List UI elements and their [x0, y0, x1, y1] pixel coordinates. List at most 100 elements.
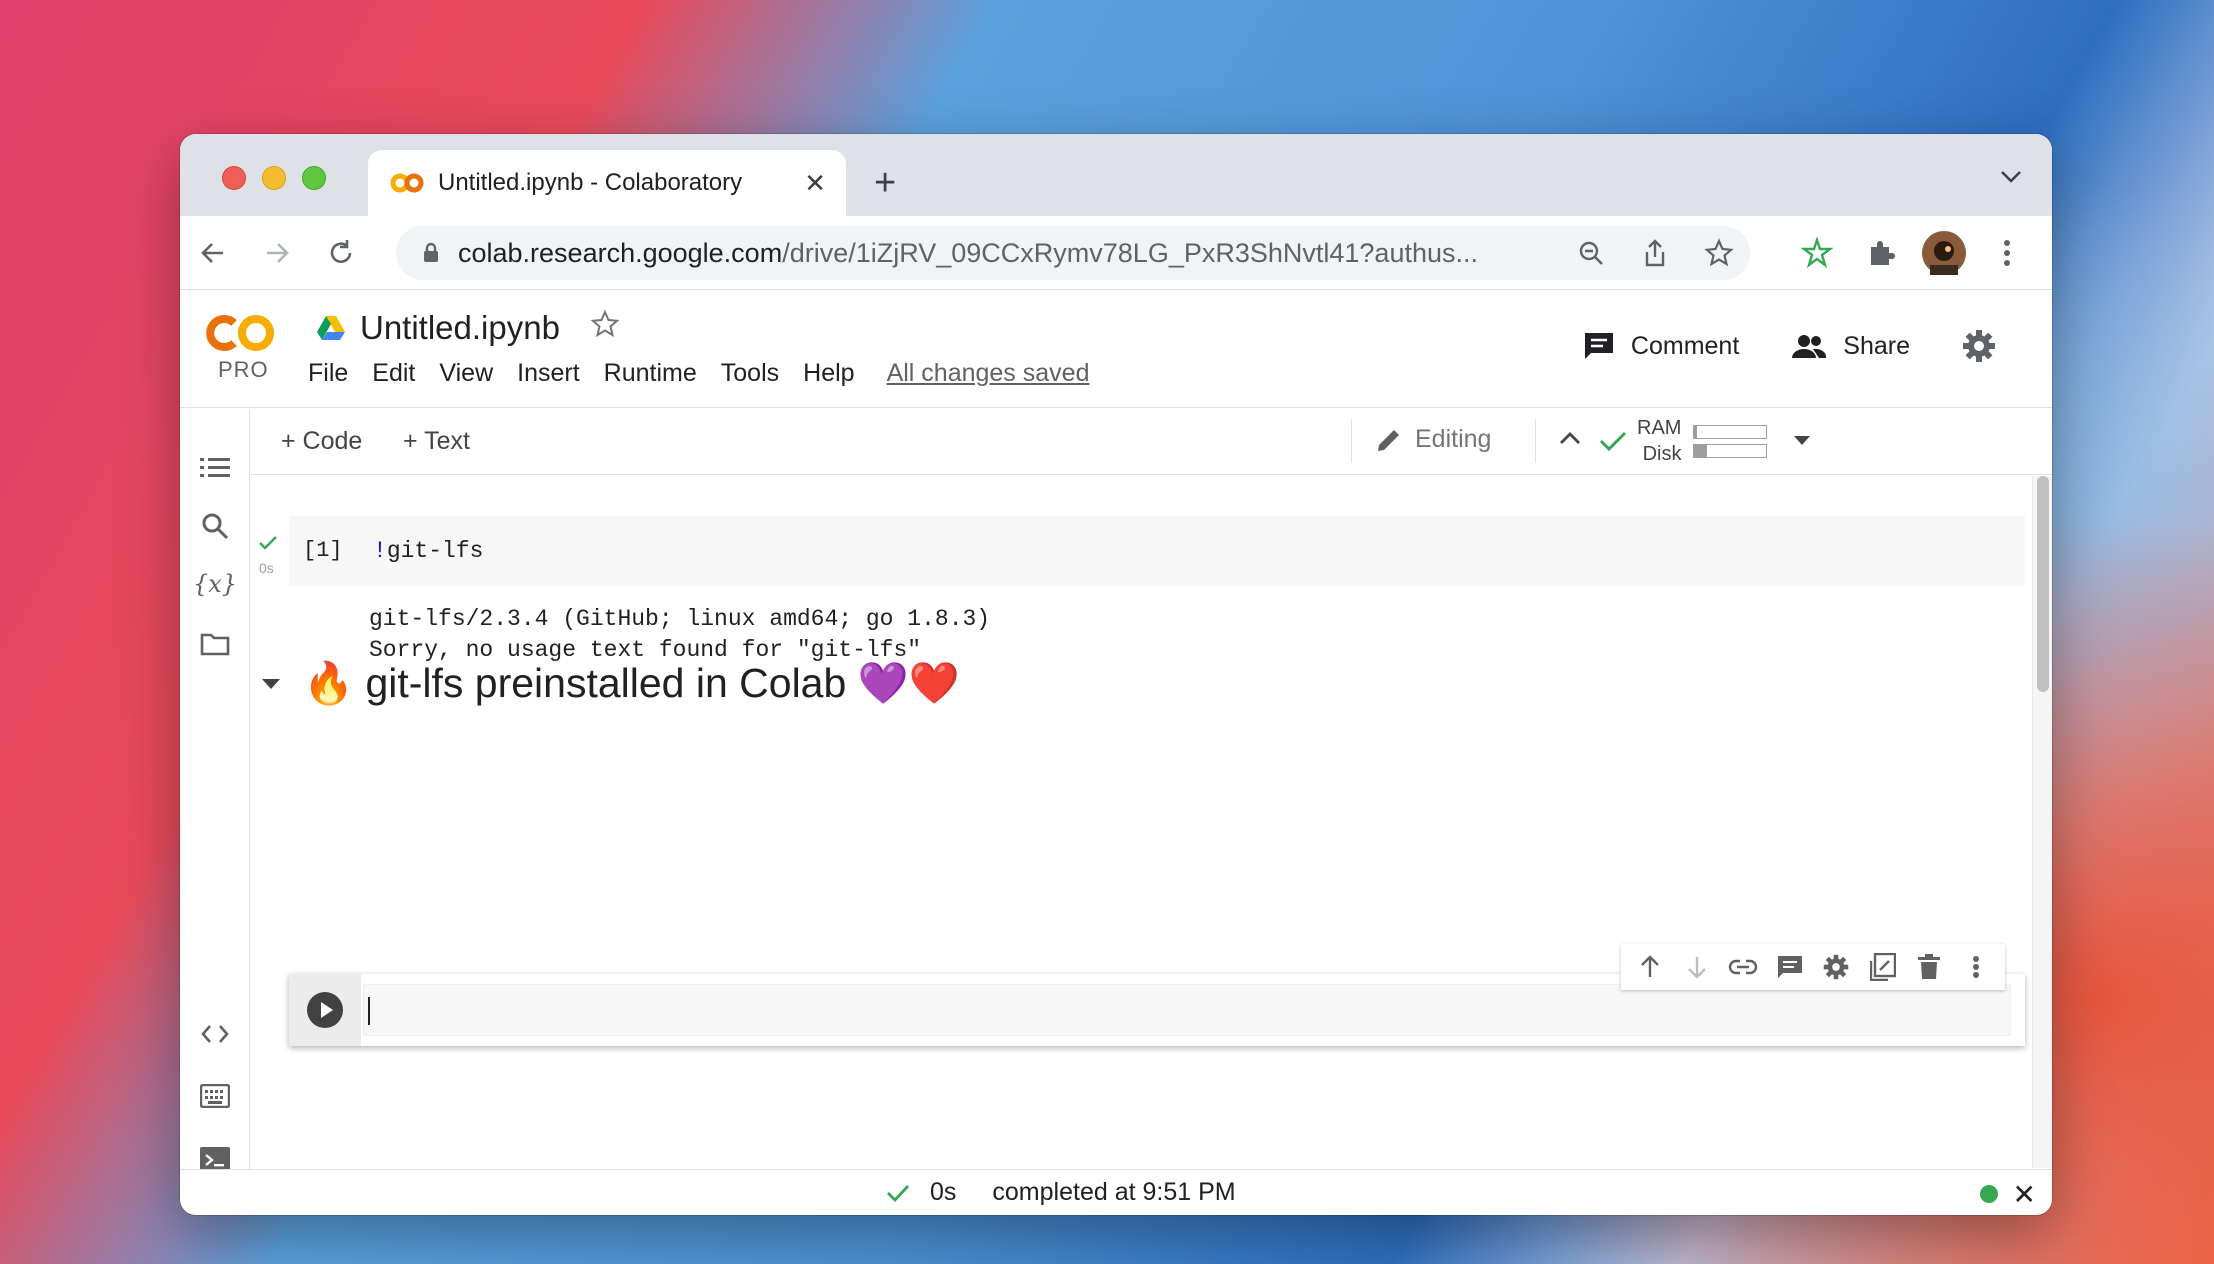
notebook-content: 0s [1] !git-lfs git-lfs/2.3.4 (GitHub; l… — [251, 476, 2052, 1168]
scrollbar-thumb[interactable] — [2037, 476, 2049, 692]
cell-settings-gear-icon[interactable] — [1819, 950, 1853, 984]
browser-menu-icon[interactable] — [1988, 234, 2026, 272]
save-status-link[interactable]: All changes saved — [887, 359, 1090, 388]
code-input[interactable] — [363, 984, 2011, 1036]
browser-window: Untitled.ipynb - Colaboratory ✕ + colab.… — [180, 134, 2052, 1215]
move-cell-down-icon[interactable] — [1680, 950, 1714, 984]
cell-toolbar — [1621, 944, 2005, 990]
add-comment-icon[interactable] — [1773, 950, 1807, 984]
menu-insert[interactable]: Insert — [517, 359, 580, 388]
browser-toolbar: colab.research.google.com/drive/1iZjRV_0… — [180, 216, 2052, 290]
tab-strip: Untitled.ipynb - Colaboratory ✕ + — [180, 134, 2052, 216]
link-icon[interactable] — [1726, 950, 1760, 984]
search-icon[interactable] — [196, 507, 234, 545]
collapse-section-caret-icon[interactable] — [261, 677, 281, 691]
more-options-icon[interactable] — [1959, 950, 1993, 984]
menu-help[interactable]: Help — [803, 359, 854, 388]
browser-tab[interactable]: Untitled.ipynb - Colaboratory ✕ — [368, 150, 846, 216]
notebook-title[interactable]: Untitled.ipynb — [316, 309, 620, 347]
forward-arrow-icon[interactable] — [258, 234, 296, 272]
status-check-icon — [887, 1184, 910, 1202]
share-button[interactable]: Share — [1791, 332, 1910, 361]
tab-title: Untitled.ipynb - Colaboratory — [438, 169, 743, 196]
settings-button[interactable] — [1962, 329, 2012, 363]
cell-exec-time: 0s — [259, 560, 274, 576]
text-cursor — [368, 997, 370, 1025]
menu-runtime[interactable]: Runtime — [604, 359, 697, 388]
menu-file[interactable]: File — [308, 359, 348, 388]
back-arrow-icon[interactable] — [194, 234, 232, 272]
minimize-window-button[interactable] — [262, 166, 286, 190]
runtime-resources[interactable]: RAM Disk — [1599, 415, 1811, 467]
close-status-icon[interactable]: ✕ — [2013, 1178, 2036, 1211]
vertical-scrollbar[interactable] — [2032, 476, 2052, 1168]
extensions-puzzle-icon[interactable] — [1862, 234, 1900, 272]
play-icon — [307, 992, 343, 1028]
colab-favicon-icon — [390, 173, 424, 193]
comment-button[interactable]: Comment — [1583, 331, 1739, 361]
profile-avatar[interactable] — [1922, 231, 1966, 275]
share-page-icon[interactable] — [1638, 236, 1672, 270]
resource-meters — [1693, 420, 1768, 463]
menu-view[interactable]: View — [439, 359, 493, 388]
resource-labels: RAM Disk — [1637, 417, 1682, 465]
run-cell-button[interactable] — [289, 974, 361, 1046]
ram-usage-bar — [1693, 424, 1768, 439]
connected-check-icon — [1599, 431, 1627, 452]
toolbar-divider — [1535, 419, 1536, 463]
status-duration: 0s — [930, 1178, 957, 1206]
tab-search-chevron-icon[interactable] — [2000, 170, 2022, 189]
address-bar[interactable]: colab.research.google.com/drive/1iZjRV_0… — [396, 226, 1750, 280]
execution-count: [1] — [303, 538, 343, 563]
files-folder-icon[interactable] — [196, 625, 234, 663]
runtime-status-dot — [1980, 1185, 1998, 1203]
disk-usage-bar — [1693, 443, 1768, 458]
notebook-toolbar: + Code + Text RAM Disk Editing — [251, 409, 2052, 475]
toolbar-divider — [1351, 419, 1352, 463]
star-notebook-icon[interactable] — [590, 309, 620, 347]
add-text-button[interactable]: + Text — [403, 427, 470, 456]
gear-icon — [1963, 330, 1995, 362]
close-tab-icon[interactable]: ✕ — [804, 168, 826, 199]
colab-logo-icon[interactable] — [204, 309, 280, 357]
pencil-icon — [1378, 429, 1399, 451]
menu-edit[interactable]: Edit — [372, 359, 415, 388]
status-bar: 0s completed at 9:51 PM ✕ — [180, 1169, 2052, 1215]
reload-icon[interactable] — [322, 234, 360, 272]
lock-icon — [424, 242, 438, 262]
move-cell-up-icon[interactable] — [1633, 950, 1667, 984]
command-palette-icon[interactable] — [196, 1077, 234, 1115]
zoom-window-button[interactable] — [302, 166, 326, 190]
collapse-header-icon[interactable] — [1559, 431, 1581, 450]
runtime-dropdown-icon[interactable] — [1793, 435, 1811, 447]
mirror-cell-icon[interactable] — [1866, 950, 1900, 984]
delete-cell-trash-icon[interactable] — [1912, 950, 1946, 984]
google-drive-icon — [317, 316, 345, 340]
pro-badge: PRO — [218, 357, 269, 382]
section-heading[interactable]: 🔥 git-lfs preinstalled in Colab 💜❤️ — [261, 660, 960, 708]
cell-success-check-icon — [259, 536, 277, 555]
url-text: colab.research.google.com/drive/1iZjRV_0… — [458, 237, 1479, 268]
cell-output: git-lfs/2.3.4 (GitHub; linux amd64; go 1… — [369, 604, 990, 666]
extension-star-icon[interactable] — [1798, 234, 1836, 272]
zoom-icon[interactable] — [1574, 236, 1608, 270]
close-window-button[interactable] — [222, 166, 246, 190]
execution-status[interactable]: 0s completed at 9:51 PM — [886, 1178, 1236, 1207]
add-code-button[interactable]: + Code — [281, 427, 362, 456]
menu-bar: File Edit View Insert Runtime Tools Help… — [308, 359, 1113, 388]
editing-mode-button[interactable]: Editing — [1375, 425, 1491, 454]
variables-icon[interactable]: {x} — [193, 565, 237, 603]
new-tab-button[interactable]: + — [874, 164, 896, 202]
people-icon — [1792, 335, 1827, 358]
left-sidebar: {x} — [180, 409, 250, 1173]
colab-header: PRO Untitled.ipynb File Edit View Insert… — [180, 291, 2052, 408]
code-editor[interactable]: !git-lfs — [373, 538, 483, 564]
header-actions: Comment Share — [1531, 329, 2012, 363]
code-cell[interactable]: [1] !git-lfs — [289, 516, 2025, 586]
table-of-contents-icon[interactable] — [196, 449, 234, 487]
output-line: git-lfs/2.3.4 (GitHub; linux amd64; go 1… — [369, 606, 991, 632]
status-completed-text: completed at 9:51 PM — [992, 1178, 1236, 1206]
code-snippets-icon[interactable] — [196, 1015, 234, 1053]
bookmark-star-icon[interactable] — [1702, 236, 1736, 270]
menu-tools[interactable]: Tools — [721, 359, 779, 388]
